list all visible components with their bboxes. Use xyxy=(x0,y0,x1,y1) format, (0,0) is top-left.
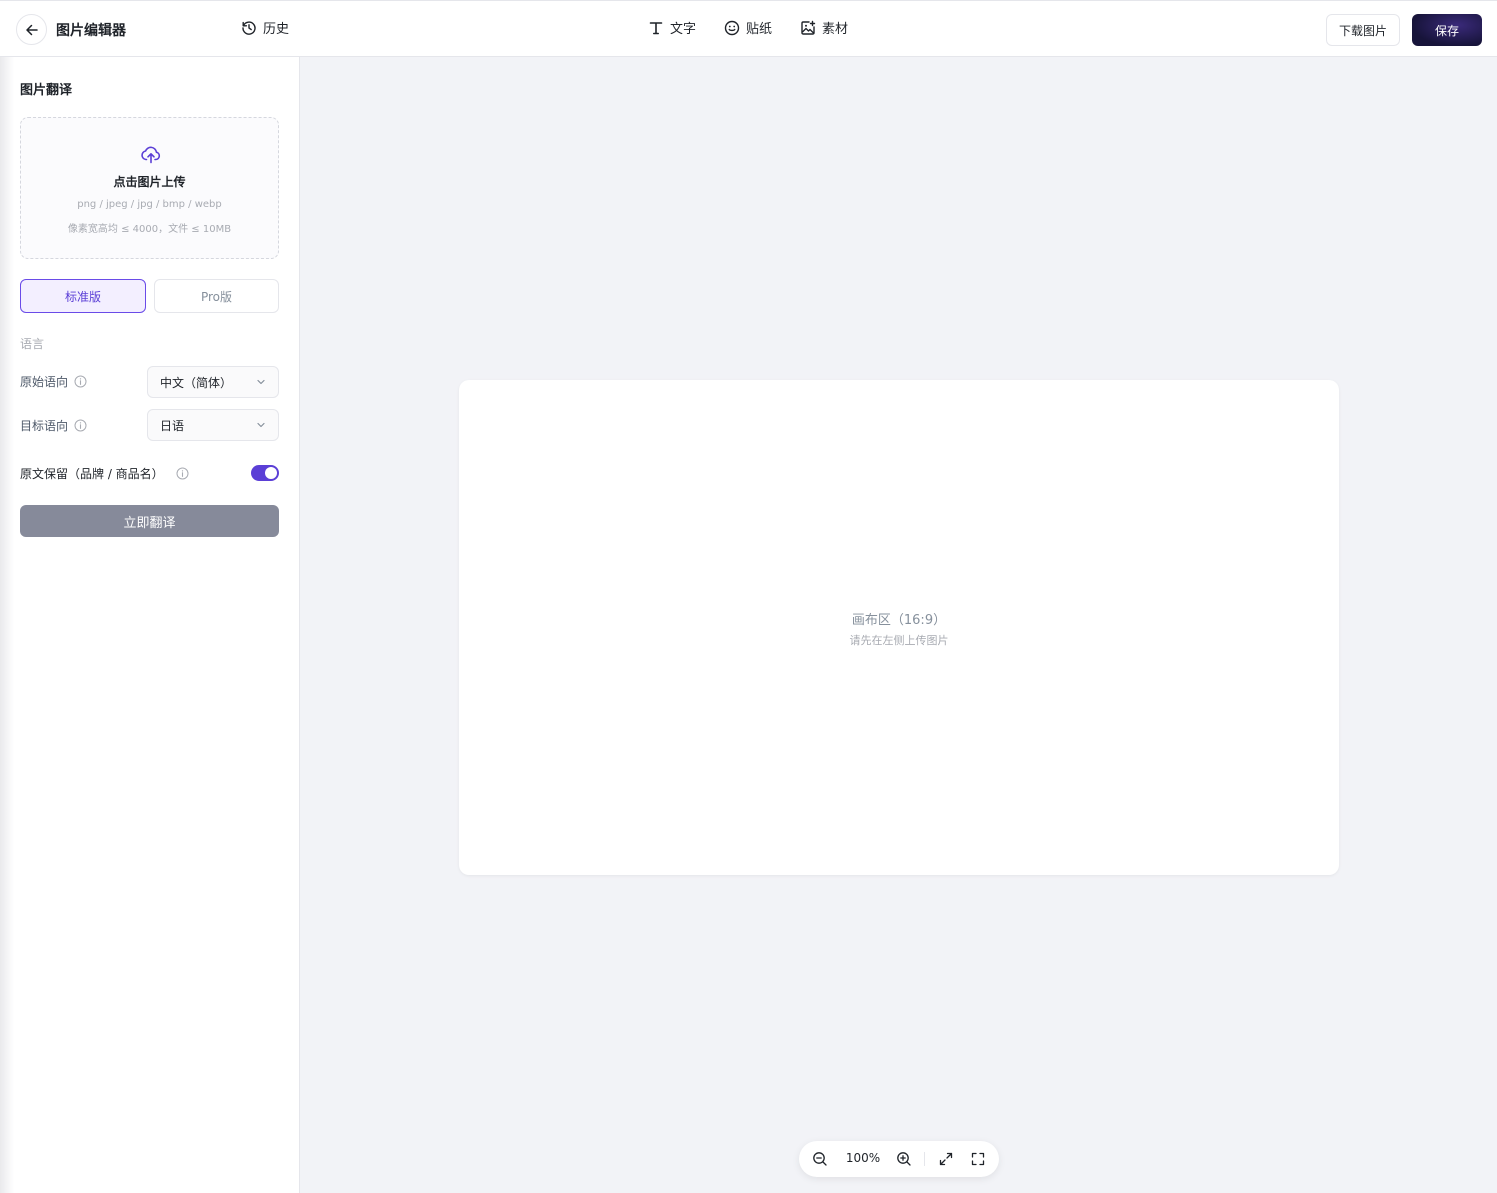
tool-sticker[interactable]: 贴纸 xyxy=(724,18,772,37)
info-icon[interactable] xyxy=(74,419,87,432)
sticker-icon xyxy=(724,20,740,36)
panel-title: 图片翻译 xyxy=(20,83,73,98)
history-icon xyxy=(241,20,257,36)
fit-screen-button[interactable] xyxy=(937,1150,955,1168)
tool-material-label: 素材 xyxy=(822,22,849,37)
version-pro-button[interactable]: Pro版 xyxy=(154,279,279,313)
zoom-divider xyxy=(924,1152,925,1166)
cloud-upload-icon xyxy=(140,144,162,164)
translate-now-button[interactable]: 立即翻译 xyxy=(20,505,279,537)
zoom-out-icon xyxy=(812,1151,828,1167)
version-standard-button[interactable]: 标准版 xyxy=(20,279,146,313)
keep-original-text: 原文保留（品牌 / 商品名） xyxy=(20,467,164,481)
zoom-in-button[interactable] xyxy=(895,1150,913,1168)
canvas-area[interactable]: 画布区（16:9） 请先在左侧上传图片 xyxy=(459,380,1339,875)
fullscreen-button[interactable] xyxy=(969,1150,987,1168)
upload-formats: png / jpeg / jpg / bmp / webp xyxy=(77,199,222,210)
source-language-value: 中文（简体） xyxy=(160,375,233,390)
language-section-label: 语言 xyxy=(20,337,45,351)
target-language-label: 目标语向 xyxy=(20,417,87,434)
zoom-controls: 100% xyxy=(799,1141,999,1177)
zoom-level: 100% xyxy=(845,1151,881,1165)
upload-limits: 像素宽高均 ≤ 4000，文件 ≤ 10MB xyxy=(67,224,232,235)
app-title: 图片编辑器 xyxy=(56,23,126,39)
fullscreen-icon xyxy=(970,1151,986,1167)
canvas-hint: 请先在左侧上传图片 xyxy=(849,634,949,647)
fit-icon xyxy=(938,1151,954,1167)
save-button[interactable]: 保存 xyxy=(1412,14,1482,46)
zoom-out-button[interactable] xyxy=(811,1150,829,1168)
upload-label: 点击图片上传 xyxy=(113,175,186,189)
canvas-title: 画布区（16:9） xyxy=(851,613,947,628)
info-icon[interactable] xyxy=(74,375,87,388)
info-icon[interactable] xyxy=(176,467,189,480)
source-language-label: 原始语向 xyxy=(20,373,87,390)
tool-text-label: 文字 xyxy=(670,22,697,37)
source-language-select[interactable]: 中文（简体） xyxy=(147,366,279,398)
keep-original-toggle[interactable] xyxy=(251,465,279,481)
target-language-text: 目标语向 xyxy=(20,419,69,433)
toolbar: 文字 贴纸 素材 xyxy=(648,18,848,37)
target-language-value: 日语 xyxy=(160,418,185,433)
material-icon xyxy=(800,20,816,36)
tool-text[interactable]: 文字 xyxy=(648,18,696,37)
download-image-button[interactable]: 下载图片 xyxy=(1326,14,1400,46)
text-icon xyxy=(648,20,664,36)
toggle-knob xyxy=(265,467,277,479)
history-label: 历史 xyxy=(263,22,290,37)
keep-original-label: 原文保留（品牌 / 商品名） xyxy=(20,465,189,482)
history-button[interactable]: 历史 xyxy=(241,18,289,37)
target-language-select[interactable]: 日语 xyxy=(147,409,279,441)
source-language-text: 原始语向 xyxy=(20,375,69,389)
tool-material[interactable]: 素材 xyxy=(800,18,848,37)
upload-dropzone[interactable]: 点击图片上传 png / jpeg / jpg / bmp / webp 像素宽… xyxy=(20,117,279,259)
top-bar: 图片编辑器 历史 文字 贴纸 素材 下载图片 保存 xyxy=(0,0,1497,57)
back-button[interactable] xyxy=(16,14,47,45)
chevron-down-icon xyxy=(256,377,266,387)
chevron-down-icon xyxy=(256,420,266,430)
translate-panel: 图片翻译 点击图片上传 png / jpeg / jpg / bmp / web… xyxy=(0,57,300,1193)
arrow-left-icon xyxy=(25,23,39,37)
zoom-in-icon xyxy=(896,1151,912,1167)
tool-sticker-label: 贴纸 xyxy=(746,22,773,37)
